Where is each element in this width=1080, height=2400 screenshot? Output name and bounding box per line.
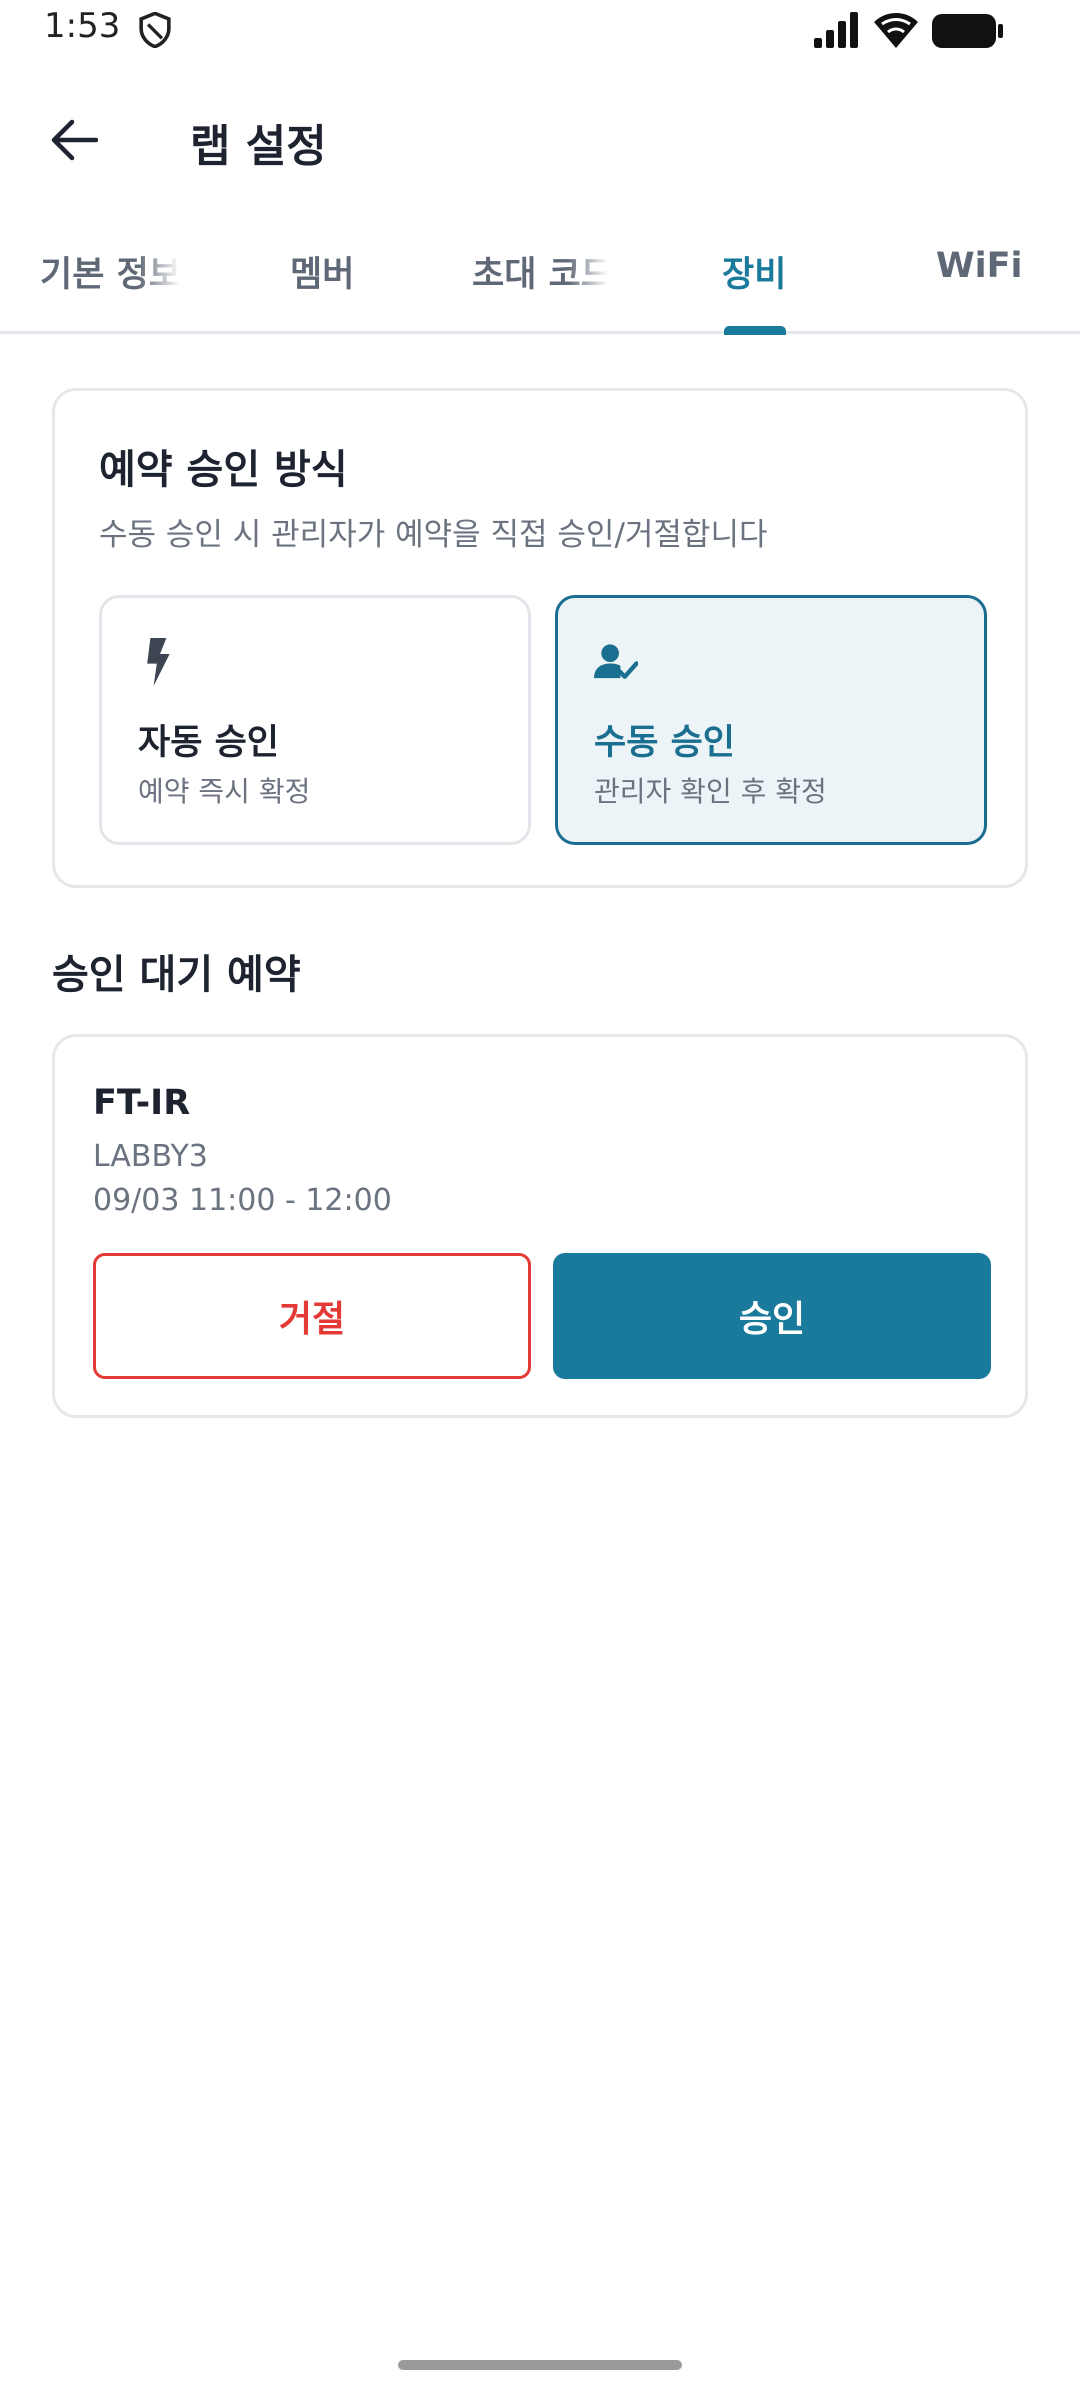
tab-label: WiFi [936,246,1023,286]
shield-icon [139,12,171,48]
tab-basic-info[interactable]: 기본 정보 [40,246,180,306]
arrow-left-icon [51,119,98,161]
status-bar: 1:53 [0,0,1080,64]
back-button[interactable] [36,102,112,178]
tab-equipment[interactable]: 장비 [722,246,786,306]
option-label: 수동 승인 [594,723,735,763]
auto-approval-option[interactable]: 자동 승인 예약 즉시 확정 [99,595,531,845]
option-desc: 예약 즉시 확정 [138,775,311,808]
approval-method-card: 예약 승인 방식 수동 승인 시 관리자가 예약을 직접 승인/거절합니다 자동… [52,388,1028,888]
wifi-icon [874,13,918,48]
approval-method-title: 예약 승인 방식 [99,447,348,493]
lab-name: LABBY3 [93,1139,208,1174]
tab-label: 멤버 [290,255,355,295]
approve-button[interactable]: 승인 [553,1253,991,1379]
equipment-name: FT-IR [93,1083,191,1123]
home-indicator[interactable] [398,2360,682,2370]
app-bar: 랩 설정 [0,80,1080,200]
tab-label: 기본 정보 [40,255,180,295]
option-label: 자동 승인 [138,723,279,763]
lightning-icon [147,638,170,686]
battery-icon [932,14,1003,48]
lab-settings-screen: 1:53 랩 설정 기본 정보 멤버 초대 코드 장비 WiFi 예약 승인 방… [0,0,1080,2400]
person-check-icon [594,644,638,679]
tab-bar: 기본 정보 멤버 초대 코드 장비 WiFi [0,232,1080,335]
tab-wifi[interactable]: WiFi [936,246,1023,306]
approval-method-subtitle: 수동 승인 시 관리자가 예약을 직접 승인/거절합니다 [99,517,768,553]
signal-icon [814,12,858,48]
option-desc: 관리자 확인 후 확정 [594,775,827,808]
reject-button[interactable]: 거절 [93,1253,531,1379]
tab-label: 장비 [722,255,787,295]
pending-section-title: 승인 대기 예약 [52,952,301,998]
reservation-time: 09/03 11:00 - 12:00 [93,1183,392,1218]
pending-reservation-card: FT-IR LABBY3 09/03 11:00 - 12:00 거절 승인 [52,1034,1028,1418]
tab-members[interactable]: 멤버 [290,246,354,306]
tab-indicator [724,326,786,335]
tab-label: 초대 코드 [472,255,608,295]
status-time: 1:53 [44,6,121,46]
tab-invite-code[interactable]: 초대 코드 [472,246,608,306]
manual-approval-option[interactable]: 수동 승인 관리자 확인 후 확정 [555,595,987,845]
page-title: 랩 설정 [190,121,327,172]
